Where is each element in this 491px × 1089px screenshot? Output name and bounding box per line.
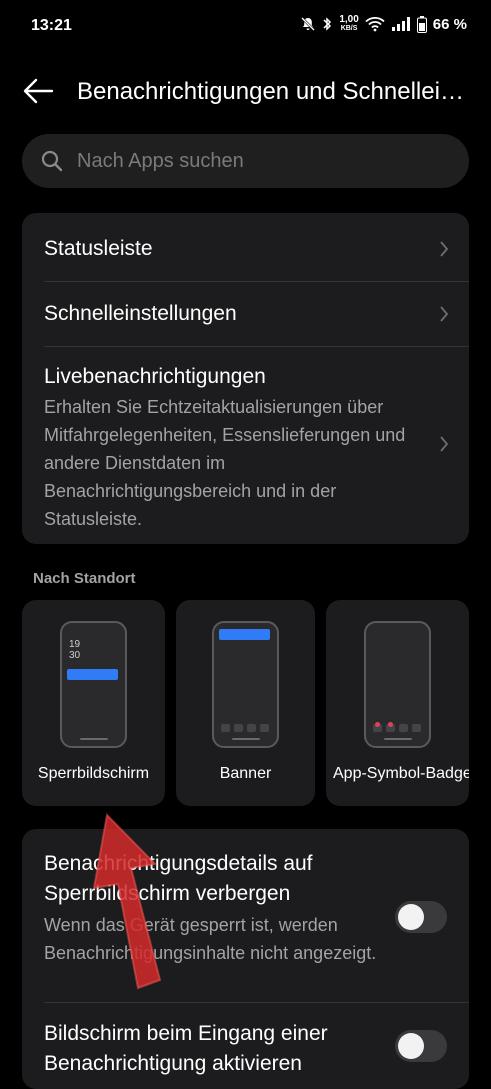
- menu-item-schnelleinstellungen[interactable]: Schnelleinstellungen: [44, 302, 447, 326]
- preview-app-icon-badged: [373, 722, 382, 732]
- preview-app-icon: [399, 724, 408, 732]
- preview-dock: [373, 722, 421, 732]
- setting-hide-details[interactable]: Benachrichtigungsdetails auf Sperrbildsc…: [44, 849, 379, 967]
- menu-item-livebenachrichtigungen[interactable]: Livebenachrichtigungen Erhalten Sie Echt…: [44, 365, 409, 533]
- preview-app-icon: [234, 724, 243, 732]
- preview-app-icon: [221, 724, 230, 732]
- lockscreen-preview: 19 30: [60, 621, 127, 748]
- notification-settings-menu: Statusleiste Schnelleinstellungen Livebe…: [22, 213, 469, 544]
- toggle-knob: [398, 1033, 424, 1059]
- setting-description: Wenn das Gerät gesperrt ist, werden Bena…: [44, 915, 377, 963]
- preview-banner: [219, 629, 270, 640]
- tile-banner[interactable]: Banner: [176, 600, 315, 806]
- setting-title: Benachrichtigungsdetails auf Sperrbildsc…: [44, 852, 313, 905]
- bluetooth-icon: [323, 17, 332, 31]
- preview-app-icon: [412, 724, 421, 732]
- status-bar: 13:21 1,00 KB/S 66 %: [0, 0, 491, 54]
- battery-icon: [416, 15, 427, 33]
- preview-dock: [221, 724, 269, 732]
- battery-percentage: 66 %: [432, 15, 467, 33]
- banner-preview: [212, 621, 279, 748]
- divider: [44, 281, 469, 282]
- divider: [44, 346, 469, 347]
- preview-app-icon: [260, 724, 269, 732]
- signal-icon: [391, 17, 410, 31]
- menu-item-description: Erhalten Sie Echtzeitaktualisierungen üb…: [44, 397, 406, 529]
- preview-clock: 19 30: [69, 639, 80, 661]
- preview-clock-minutes: 30: [69, 650, 81, 661]
- setting-wake-screen[interactable]: Bildschirm beim Eingang einer Benachrich…: [44, 1019, 379, 1079]
- page-title: Benachrichtigungen und Schnelleinstellun…: [77, 78, 470, 105]
- preview-app-icon-badged: [386, 722, 395, 732]
- toggle-knob: [398, 904, 424, 930]
- chevron-right-icon: [440, 436, 449, 452]
- tile-label: Banner: [219, 765, 272, 782]
- status-time: 13:21: [31, 17, 72, 34]
- app-bar: Benachrichtigungen und Schnelleinstellun…: [0, 60, 491, 122]
- divider: [44, 1002, 469, 1003]
- search-icon: [41, 150, 63, 172]
- menu-item-label: Statusleiste: [44, 237, 153, 260]
- net-speed: 1,00 KB/S: [339, 15, 358, 33]
- setting-title: Bildschirm beim Eingang einer Benachrich…: [44, 1022, 328, 1075]
- preview-notification: [67, 669, 118, 680]
- net-speed-unit: KB/S: [340, 25, 358, 32]
- search-placeholder: Nach Apps suchen: [77, 150, 244, 172]
- search-input[interactable]: Nach Apps suchen: [22, 134, 469, 188]
- preview-home-indicator: [80, 738, 108, 740]
- tile-label: App-Symbol-Badges: [333, 765, 469, 782]
- menu-item-label: Schnelleinstellungen: [44, 302, 237, 325]
- wake-screen-toggle[interactable]: [395, 1030, 447, 1062]
- preview-home-indicator: [384, 738, 412, 740]
- lockscreen-settings-card: Benachrichtigungsdetails auf Sperrbildsc…: [22, 829, 469, 1089]
- wifi-icon: [365, 17, 385, 32]
- tile-label: Sperrbildschirm: [37, 765, 150, 782]
- menu-item-label: Livebenachrichtigungen: [44, 365, 266, 388]
- net-speed-value: 1,00: [339, 14, 359, 25]
- chevron-right-icon: [440, 306, 449, 322]
- chevron-right-icon: [440, 241, 449, 257]
- menu-item-statusleiste[interactable]: Statusleiste: [44, 237, 447, 261]
- preview-app-icon: [247, 724, 256, 732]
- section-header: Nach Standort: [33, 570, 136, 587]
- hide-details-toggle[interactable]: [395, 901, 447, 933]
- preview-home-indicator: [232, 738, 260, 740]
- tile-lockscreen[interactable]: 19 30 Sperrbildschirm: [22, 600, 165, 806]
- mute-bell-icon: [301, 17, 316, 31]
- badges-preview: [364, 621, 431, 748]
- preview-clock-hours: 19: [69, 639, 81, 650]
- tile-app-badges[interactable]: App-Symbol-Badges: [326, 600, 469, 806]
- status-icons: 1,00 KB/S 66 %: [300, 15, 467, 33]
- arrow-left-icon[interactable]: [22, 76, 54, 106]
